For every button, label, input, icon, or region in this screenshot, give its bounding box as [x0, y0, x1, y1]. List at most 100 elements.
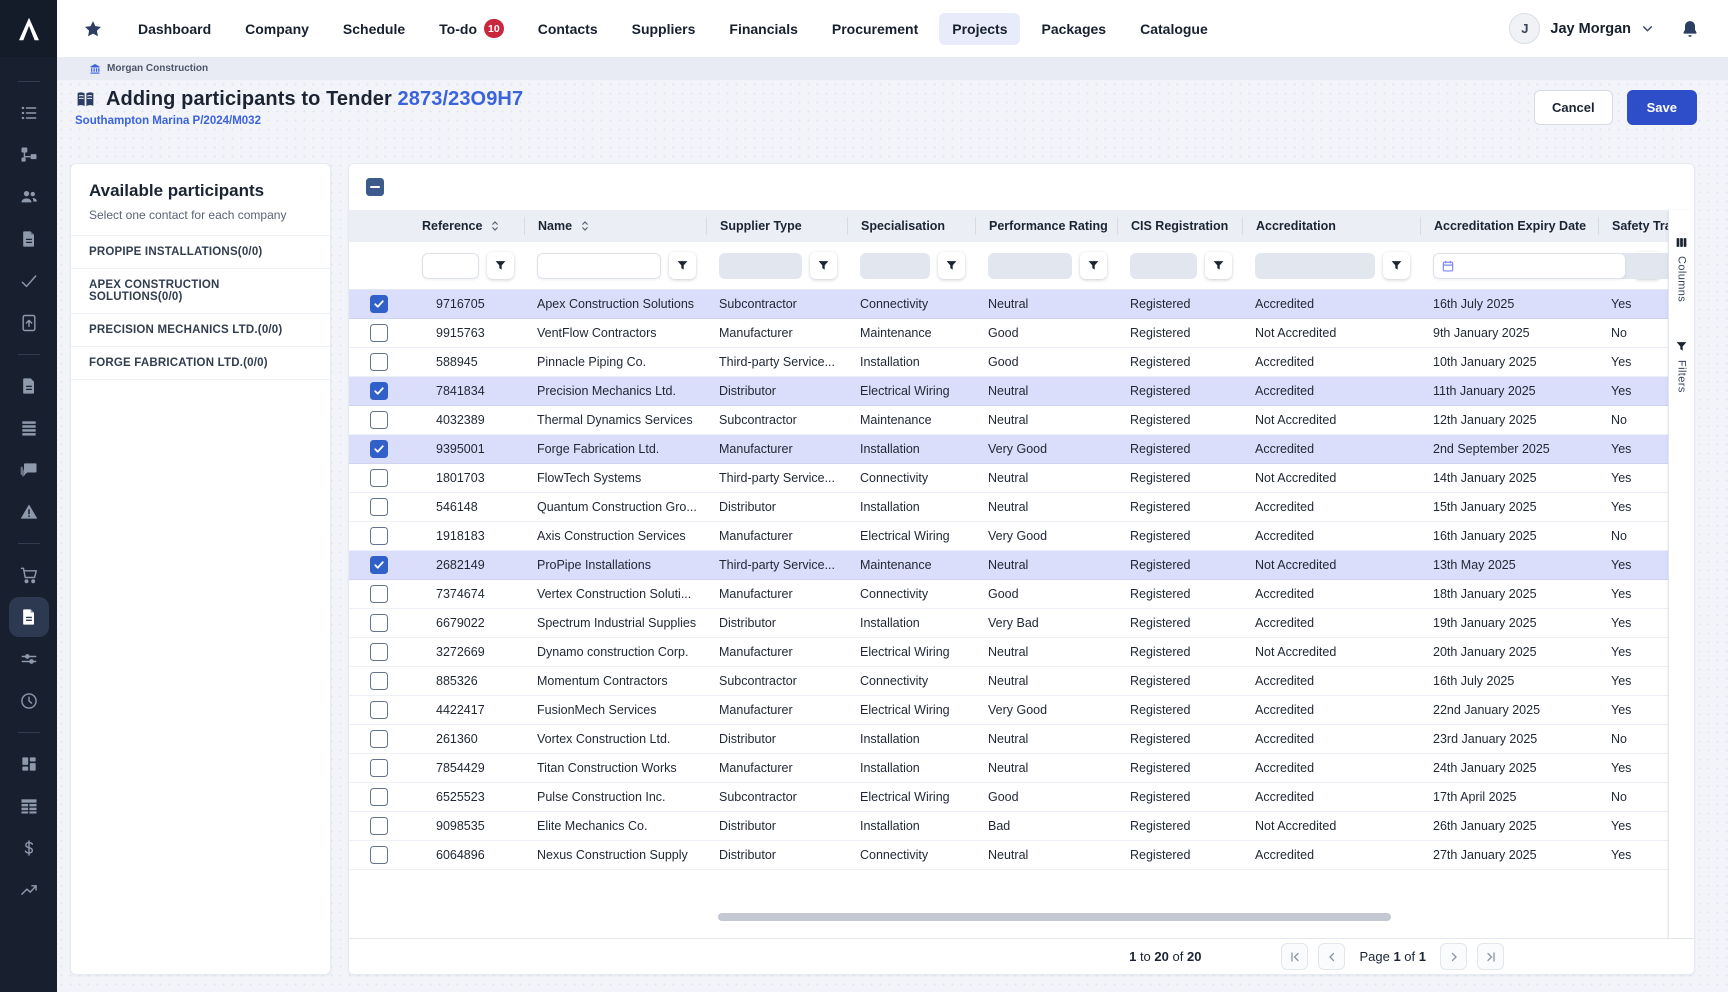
row-checkbox[interactable] — [370, 730, 388, 748]
row-checkbox[interactable] — [370, 498, 388, 516]
table-row[interactable]: 1801703FlowTech SystemsThird-party Servi… — [349, 464, 1670, 493]
nav-item-contacts[interactable]: Contacts — [525, 13, 611, 45]
column-header-reference[interactable]: Reference — [409, 217, 524, 235]
next-page-button[interactable] — [1440, 943, 1467, 970]
filter-input-name[interactable] — [537, 253, 661, 279]
filter-funnel-button[interactable] — [1205, 252, 1232, 279]
select-all-checkbox[interactable] — [366, 178, 384, 196]
table-row[interactable]: 261360Vortex Construction Ltd.Distributo… — [349, 725, 1670, 754]
prev-page-button[interactable] — [1318, 943, 1345, 970]
last-page-button[interactable] — [1477, 943, 1504, 970]
table-row[interactable]: 546148Quantum Construction Gro...Distrib… — [349, 493, 1670, 522]
project-link[interactable]: Southampton Marina P/2024/M032 — [75, 115, 1715, 127]
table-row[interactable]: 4032389Thermal Dynamics ServicesSubcontr… — [349, 406, 1670, 435]
nav-item-to-do[interactable]: To-do10 — [426, 11, 517, 46]
sidebar-trend-icon[interactable] — [9, 870, 49, 910]
table-row[interactable]: 6525523Pulse Construction Inc.Subcontrac… — [349, 783, 1670, 812]
column-header-accreditation-expiry-date[interactable]: Accreditation Expiry Date — [1420, 217, 1598, 235]
nav-item-schedule[interactable]: Schedule — [330, 13, 418, 45]
participant-company-item[interactable]: PROPIPE INSTALLATIONS(0/0) — [71, 235, 330, 268]
nav-item-dashboard[interactable]: Dashboard — [125, 13, 224, 45]
row-checkbox[interactable] — [370, 614, 388, 632]
sidebar-users-icon[interactable] — [9, 177, 49, 217]
row-checkbox[interactable] — [370, 701, 388, 719]
filter-funnel-button[interactable] — [1383, 252, 1410, 279]
columns-tab[interactable]: Columns — [1675, 236, 1688, 302]
nav-item-packages[interactable]: Packages — [1028, 13, 1119, 45]
filter-input-reference[interactable] — [422, 253, 479, 279]
sidebar-file-upload-icon[interactable] — [9, 303, 49, 343]
table-row[interactable]: 3272669Dynamo construction Corp.Manufact… — [349, 638, 1670, 667]
row-checkbox[interactable] — [370, 759, 388, 777]
breadcrumb-company[interactable]: Morgan Construction — [107, 63, 208, 74]
row-checkbox[interactable] — [370, 353, 388, 371]
sort-icon[interactable] — [579, 219, 591, 233]
horizontal-scrollbar-thumb[interactable] — [718, 913, 1391, 921]
column-header-specialisation[interactable]: Specialisation — [847, 217, 975, 235]
filter-funnel-button[interactable] — [487, 252, 514, 279]
nav-item-suppliers[interactable]: Suppliers — [619, 13, 709, 45]
sidebar-tender-document-icon[interactable] — [9, 597, 49, 637]
cancel-button[interactable]: Cancel — [1534, 90, 1613, 125]
filter-funnel-button[interactable] — [1080, 252, 1107, 279]
save-button[interactable]: Save — [1627, 90, 1697, 125]
row-checkbox[interactable] — [370, 527, 388, 545]
sidebar-data-table-icon[interactable] — [9, 786, 49, 826]
column-header-cis-registration[interactable]: CIS Registration — [1117, 217, 1242, 235]
filter-funnel-button[interactable] — [669, 252, 696, 279]
filters-tab[interactable]: Filters — [1675, 340, 1688, 393]
column-header-supplier-type[interactable]: Supplier Type — [706, 217, 847, 235]
sidebar-clock-icon[interactable] — [9, 681, 49, 721]
row-checkbox[interactable] — [370, 324, 388, 342]
table-row[interactable]: 9098535Elite Mechanics Co.DistributorIns… — [349, 812, 1670, 841]
table-row[interactable]: 885326Momentum ContractorsSubcontractorC… — [349, 667, 1670, 696]
column-header-accreditation[interactable]: Accreditation — [1242, 217, 1420, 235]
nav-item-financials[interactable]: Financials — [716, 13, 810, 45]
table-row[interactable]: 9915763VentFlow ContractorsManufacturerM… — [349, 319, 1670, 348]
sidebar-cart-icon[interactable] — [9, 555, 49, 595]
participant-company-item[interactable]: FORGE FABRICATION LTD.(0/0) — [71, 346, 330, 380]
row-checkbox[interactable] — [370, 469, 388, 487]
sidebar-dashboard-grid-icon[interactable] — [9, 744, 49, 784]
table-row[interactable]: 9395001Forge Fabrication Ltd.Manufacture… — [349, 435, 1670, 464]
table-row[interactable]: 7841834Precision Mechanics Ltd.Distribut… — [349, 377, 1670, 406]
row-checkbox[interactable] — [370, 295, 388, 313]
table-row[interactable]: 7374674Vertex Construction Soluti...Manu… — [349, 580, 1670, 609]
table-row[interactable]: 9716705Apex Construction SolutionsSubcon… — [349, 290, 1670, 319]
sidebar-file-icon[interactable] — [9, 366, 49, 406]
participant-company-item[interactable]: APEX CONSTRUCTION SOLUTIONS(0/0) — [71, 268, 330, 313]
row-checkbox[interactable] — [370, 817, 388, 835]
first-page-button[interactable] — [1281, 943, 1308, 970]
user-menu[interactable]: J Jay Morgan — [1509, 13, 1654, 44]
sidebar-chat-icon[interactable] — [9, 450, 49, 490]
sidebar-sliders-icon[interactable] — [9, 639, 49, 679]
sidebar-document-icon[interactable] — [9, 219, 49, 259]
nav-item-projects[interactable]: Projects — [939, 13, 1020, 45]
sidebar-list-icon[interactable] — [9, 93, 49, 133]
sidebar-dollar-icon[interactable] — [9, 828, 49, 868]
table-row[interactable]: 588945Pinnacle Piping Co.Third-party Ser… — [349, 348, 1670, 377]
filter-funnel-button[interactable] — [810, 252, 837, 279]
nav-item-catalogue[interactable]: Catalogue — [1127, 13, 1221, 45]
nav-item-procurement[interactable]: Procurement — [819, 13, 931, 45]
row-checkbox[interactable] — [370, 382, 388, 400]
sidebar-warning-icon[interactable] — [9, 492, 49, 532]
column-header-name[interactable]: Name — [524, 217, 706, 235]
row-checkbox[interactable] — [370, 556, 388, 574]
filter-date-input[interactable] — [1433, 253, 1626, 279]
column-header-safety-training[interactable]: Safety Training — [1598, 217, 1670, 235]
table-row[interactable]: 2682149ProPipe InstallationsThird-party … — [349, 551, 1670, 580]
nav-item-company[interactable]: Company — [232, 13, 322, 45]
row-checkbox[interactable] — [370, 788, 388, 806]
table-row[interactable]: 6064896Nexus Construction SupplyDistribu… — [349, 841, 1670, 870]
table-row[interactable]: 7854429Titan Construction WorksManufactu… — [349, 754, 1670, 783]
row-checkbox[interactable] — [370, 846, 388, 864]
sidebar-rows-icon[interactable] — [9, 408, 49, 448]
table-row[interactable]: 6679022Spectrum Industrial SuppliesDistr… — [349, 609, 1670, 638]
participant-company-item[interactable]: PRECISION MECHANICS LTD.(0/0) — [71, 313, 330, 346]
sidebar-check-icon[interactable] — [9, 261, 49, 301]
table-row[interactable]: 1918183Axis Construction ServicesManufac… — [349, 522, 1670, 551]
row-checkbox[interactable] — [370, 440, 388, 458]
favorite-star-icon[interactable] — [83, 19, 103, 39]
row-checkbox[interactable] — [370, 672, 388, 690]
